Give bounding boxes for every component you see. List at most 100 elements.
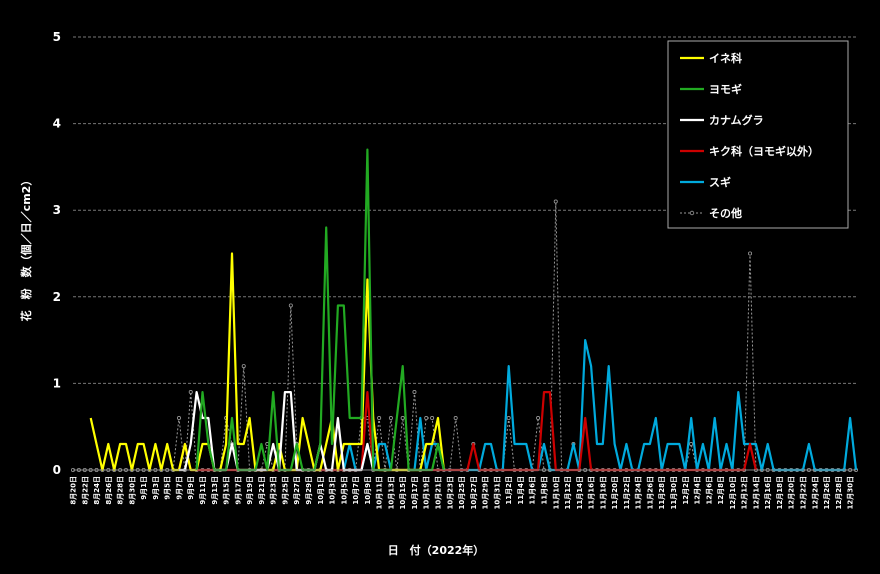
series-point — [241, 364, 246, 369]
x-tick-label: 11月14日 — [576, 476, 584, 509]
legend-label: スギ — [709, 175, 731, 189]
series-point — [176, 416, 181, 421]
x-tick-label: 9月25日 — [281, 476, 289, 505]
x-tick-label: 10月29日 — [482, 476, 490, 509]
x-tick-label: 9月29日 — [305, 476, 313, 505]
x-tick-label: 12月10日 — [729, 476, 737, 509]
series-point — [553, 199, 558, 204]
x-axis-title: 日 付（2022年） — [388, 543, 485, 557]
legend: イネ科ヨモギカナムグラキク科（ヨモギ以外） スギその他 — [667, 40, 849, 229]
series-point — [689, 442, 694, 447]
legend-label: その他 — [709, 206, 742, 220]
x-tick-label: 12月18日 — [776, 476, 784, 509]
x-tick-label: 9月21日 — [258, 476, 266, 505]
legend-label: カナムグラ — [709, 113, 764, 127]
x-tick-label: 11月16日 — [588, 476, 596, 509]
legend-label: イネ科 — [709, 51, 742, 65]
x-tick-label: 12月30日 — [847, 476, 855, 509]
y-tick-label: 5 — [53, 30, 61, 44]
x-tick-label: 11月22日 — [623, 476, 631, 509]
x-tick-label: 12月16日 — [764, 476, 772, 509]
series-point — [506, 416, 511, 421]
x-tick-label: 9月23日 — [270, 476, 278, 505]
x-tick-label: 10月21日 — [435, 476, 443, 509]
x-tick-label: 11月4日 — [517, 476, 525, 505]
x-tick-label: 9月19日 — [246, 476, 254, 505]
series-point — [748, 251, 753, 256]
x-tick-label: 9月5日 — [164, 476, 172, 500]
x-tick-label: 10月1日 — [317, 476, 325, 505]
x-tick-label: 11月10日 — [552, 476, 560, 509]
legend-label: ヨモギ — [709, 82, 742, 96]
series-point — [188, 390, 193, 395]
series-point — [388, 416, 393, 421]
series-point — [288, 303, 293, 308]
x-tick-label: 10月9日 — [364, 476, 372, 505]
x-tick-label: 8月24日 — [93, 476, 101, 505]
x-tick-label: 10月13日 — [387, 476, 395, 509]
x-tick-label: 10月3日 — [329, 476, 337, 505]
x-tick-label: 9月15日 — [223, 476, 231, 505]
x-tick-label: 12月2日 — [682, 476, 690, 505]
x-tick-label: 11月28日 — [658, 476, 666, 509]
x-tick-label: 12月28日 — [835, 476, 843, 509]
pollen-line-chart: 0 1 2 3 4 5 8月20日 8月22日 8月24日 8月26日 8月28日 8月30日 9月1… — [0, 0, 880, 574]
series-point — [536, 416, 541, 421]
series-point — [453, 416, 458, 421]
x-tick-label: 8月26日 — [105, 476, 113, 505]
x-tick-label: 12月24日 — [811, 476, 819, 509]
series-point — [424, 416, 429, 421]
legend-marker — [689, 210, 695, 216]
x-tick-label: 9月7日 — [175, 476, 183, 500]
x-tick-label: 10月19日 — [423, 476, 431, 509]
x-tick-label: 10月23日 — [446, 476, 454, 509]
x-tick-label: 8月28日 — [117, 476, 125, 505]
x-tick-label: 10月17日 — [411, 476, 419, 509]
x-tick-label: 11月30日 — [670, 476, 678, 509]
x-tick-label: 12月26日 — [823, 476, 831, 509]
y-tick-label: 4 — [53, 117, 61, 131]
legend-label: キク科（ヨモギ以外） — [709, 144, 819, 158]
series-point — [400, 416, 405, 421]
x-tick-label: 11月26日 — [646, 476, 654, 509]
x-tick-label: 9月13日 — [211, 476, 219, 505]
x-tick-label: 8月30日 — [128, 476, 136, 505]
x-tick-label: 11月18日 — [599, 476, 607, 509]
x-tick-label: 12月6日 — [705, 476, 713, 505]
y-axis-title: 花 粉 数（個／日／cm2） — [19, 175, 33, 322]
x-tick-label: 12月20日 — [788, 476, 796, 509]
series-point — [377, 416, 382, 421]
x-tick-label: 10月25日 — [458, 476, 466, 509]
x-tick-label: 9月27日 — [293, 476, 301, 505]
y-tick-label: 1 — [53, 376, 61, 390]
x-tick-label: 11月24日 — [635, 476, 643, 509]
series-point — [412, 390, 417, 395]
x-tick-label: 8月22日 — [81, 476, 89, 505]
x-tick-label: 9月9日 — [187, 476, 195, 500]
x-tick-label: 10月27日 — [470, 476, 478, 509]
x-tick-label: 11月20日 — [611, 476, 619, 509]
x-tick-label: 11月2日 — [505, 476, 513, 505]
x-tick-label: 11月8日 — [540, 476, 548, 505]
x-tick-label: 10月7日 — [352, 476, 360, 505]
series-point — [430, 416, 435, 421]
y-tick-label: 0 — [53, 463, 61, 477]
x-tick-label: 10月5日 — [340, 476, 348, 505]
x-tick-label: 11月12日 — [564, 476, 572, 509]
x-tick-label: 9月17日 — [234, 476, 242, 505]
legend-box — [667, 40, 849, 229]
x-tick-label: 12月8日 — [717, 476, 725, 505]
x-tick-label: 8月20日 — [70, 476, 78, 505]
x-tick-label: 9月1日 — [140, 476, 148, 500]
x-tick-label: 12月14日 — [752, 476, 760, 509]
y-tick-label: 3 — [53, 203, 61, 217]
x-tick-label: 10月15日 — [399, 476, 407, 509]
x-tick-label: 11月6日 — [529, 476, 537, 505]
x-tick-label: 9月11日 — [199, 476, 207, 505]
x-tick-label: 12月12日 — [741, 476, 749, 509]
x-tick-label: 10月31日 — [493, 476, 501, 509]
x-tick-label: 12月22日 — [800, 476, 808, 509]
y-tick-label: 2 — [53, 290, 61, 304]
x-tick-label: 12月4日 — [694, 476, 702, 505]
x-tick-label: 10月11日 — [376, 476, 384, 509]
